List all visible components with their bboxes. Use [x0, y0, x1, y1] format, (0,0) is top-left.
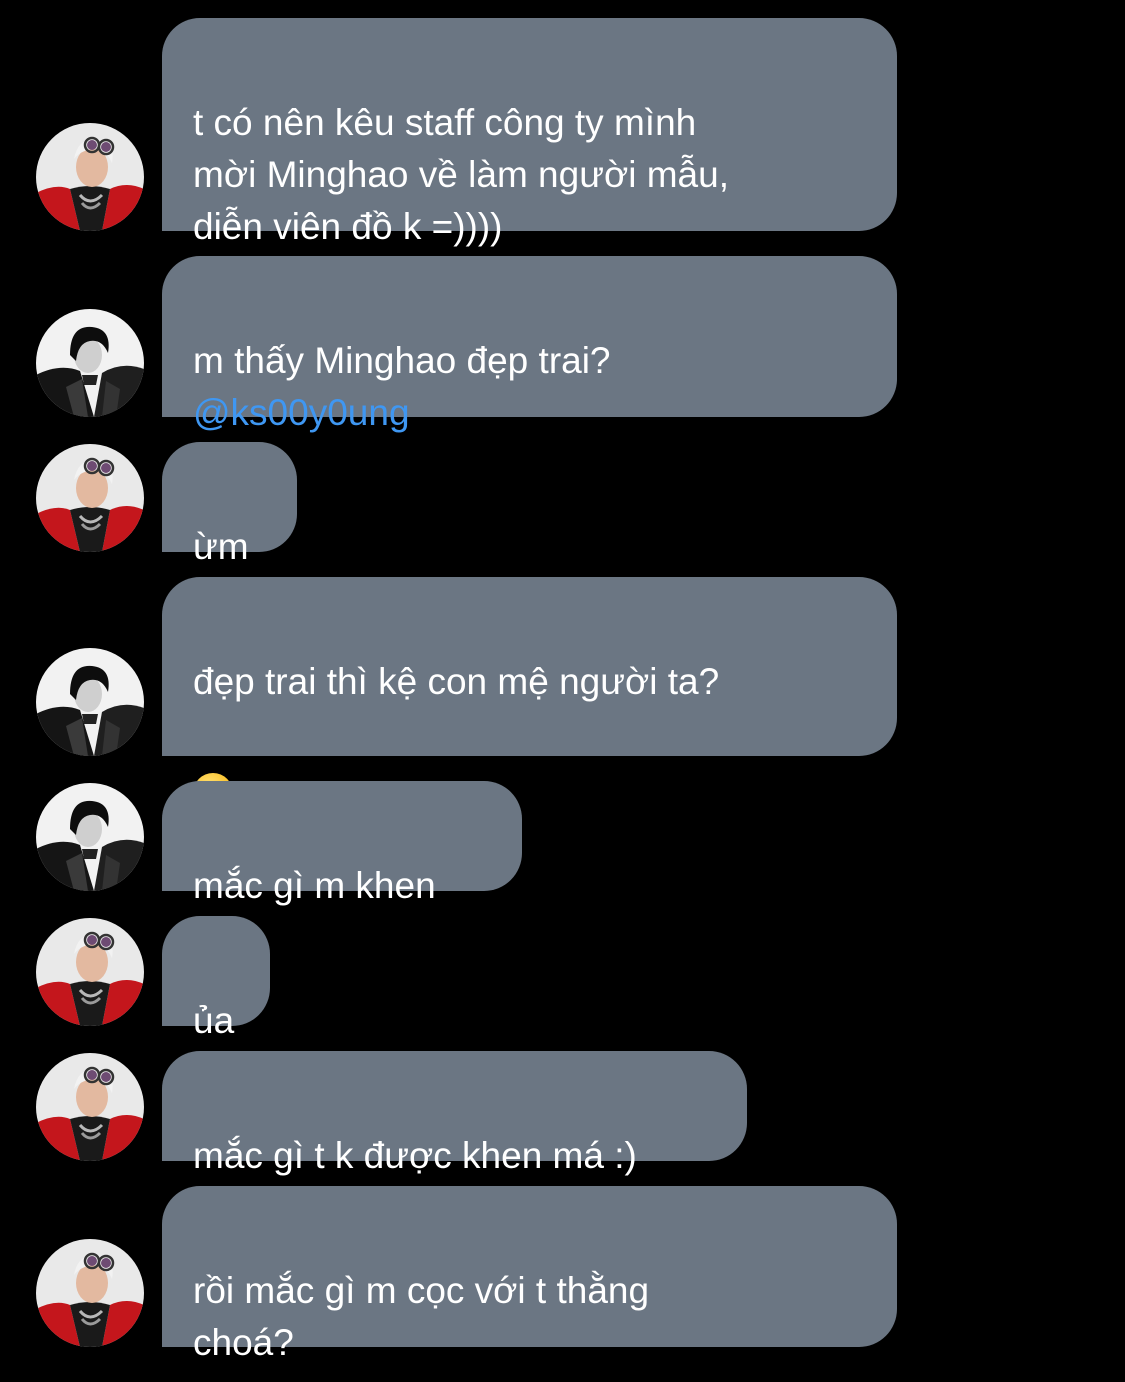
- message-row: mắc gì t k được khen má :): [0, 1051, 1125, 1176]
- message-text: t có nên kêu staff công ty mình mời Ming…: [193, 102, 729, 247]
- avatar[interactable]: [36, 1239, 144, 1347]
- message-row: mắc gì m khen: [0, 781, 1125, 906]
- message-row: t có nên kêu staff công ty mình mời Ming…: [0, 18, 1125, 247]
- avatar[interactable]: [36, 444, 144, 552]
- message-bubble[interactable]: rồi mắc gì m cọc với t thằng choá?: [162, 1186, 897, 1363]
- message-text: ừm: [193, 526, 249, 567]
- message-bubble[interactable]: đẹp trai thì kệ con mệ người ta?: [162, 577, 897, 814]
- avatar[interactable]: [36, 918, 144, 1026]
- message-row: ừm: [0, 442, 1125, 567]
- message-text: ủa: [193, 1000, 235, 1041]
- avatar[interactable]: [36, 123, 144, 231]
- avatar[interactable]: [36, 783, 144, 891]
- message-bubble[interactable]: ủa: [162, 916, 270, 1041]
- message-text: m thấy Minghao đẹp trai?: [193, 340, 611, 381]
- message-text: mắc gì m khen: [193, 865, 436, 906]
- message-row: m thấy Minghao đẹp trai? @ks00y0ung: [0, 256, 1125, 433]
- message-bubble[interactable]: m thấy Minghao đẹp trai? @ks00y0ung: [162, 256, 897, 433]
- avatar[interactable]: [36, 648, 144, 756]
- message-bubble[interactable]: mắc gì m khen: [162, 781, 522, 906]
- message-bubble[interactable]: mắc gì t k được khen má :): [162, 1051, 747, 1176]
- message-row: ủa: [0, 916, 1125, 1041]
- avatar[interactable]: [36, 1053, 144, 1161]
- message-bubble[interactable]: t có nên kêu staff công ty mình mời Ming…: [162, 18, 897, 247]
- avatar[interactable]: [36, 309, 144, 417]
- message-text: rồi mắc gì m cọc với t thằng choá?: [193, 1270, 650, 1363]
- mention-link[interactable]: @ks00y0ung: [193, 387, 866, 439]
- message-text: mắc gì t k được khen má :): [193, 1135, 637, 1176]
- message-text: đẹp trai thì kệ con mệ người ta?: [193, 661, 720, 702]
- message-bubble[interactable]: ừm: [162, 442, 297, 567]
- message-row: rồi mắc gì m cọc với t thằng choá?: [0, 1186, 1125, 1363]
- message-row: đẹp trai thì kệ con mệ người ta?: [0, 577, 1125, 814]
